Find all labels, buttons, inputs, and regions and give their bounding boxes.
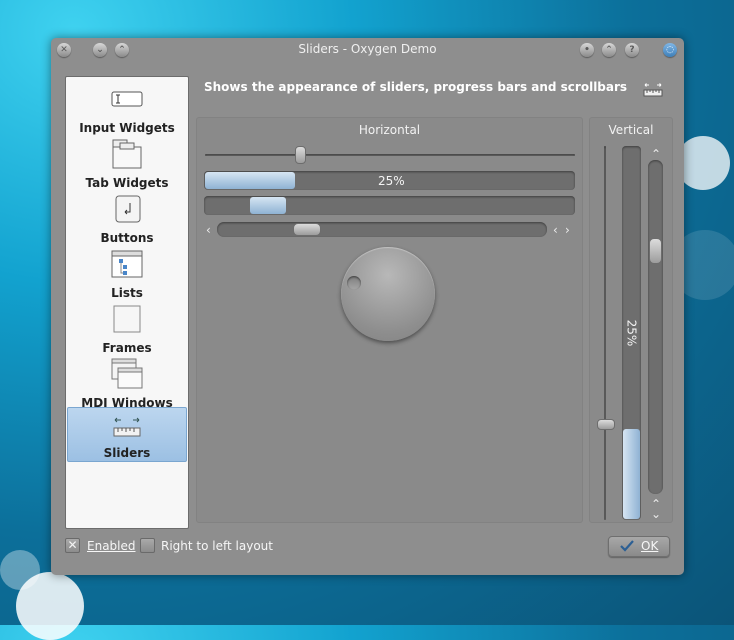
dial[interactable] [341,247,435,341]
sidebar-item-label: Buttons [100,231,154,245]
rtl-label[interactable]: Right to left layout [161,539,273,553]
background-bokeh [676,136,730,190]
sliders-header-icon [643,83,663,97]
vertical-title: Vertical [608,123,654,137]
scrollbar-handle[interactable] [293,223,321,236]
sidebar-item-mdi-windows[interactable]: MDI Windows [67,358,187,413]
scroll-left-icon[interactable]: ‹ [206,224,211,236]
vertical-slider-groove [604,146,606,520]
scroll-up-icon[interactable]: ⌃ [651,148,661,160]
demo-window: ✕ ⌄ ⌃ Sliders - Oxygen Demo • ⌃ ? ◌ Inpu… [51,38,684,575]
vertical-group: Vertical 25% ⌃ ⌃ ⌄ [589,117,673,523]
sidebar-item-label: Tab Widgets [85,176,169,190]
lists-icon [111,250,143,278]
title-bar[interactable]: ✕ ⌄ ⌃ Sliders - Oxygen Demo • ⌃ ? ◌ [51,38,684,62]
sidebar-item-frames[interactable]: Frames [67,303,187,358]
checkmark-icon [620,540,634,552]
maximize-icon[interactable]: ⌃ [602,43,616,57]
sidebar-item-buttons[interactable]: Buttons [67,193,187,248]
frames-icon [113,305,141,333]
sidebar-item-label: Frames [102,341,152,355]
sliders-icon [113,417,141,437]
scroll-right-icon[interactable]: › [565,224,570,236]
vertical-slider-handle[interactable] [597,419,615,430]
app-menu-icon[interactable]: ◌ [663,43,677,57]
horizontal-slider-groove [205,154,575,156]
sidebar-item-lists[interactable]: Lists [67,248,187,303]
input-widgets-icon [111,91,143,107]
enabled-checkbox[interactable]: ✕ [65,538,80,553]
busy-chunk [250,197,286,214]
help-icon[interactable]: ? [625,43,639,57]
sidebar-item-label: Sliders [103,446,151,460]
tab-widgets-icon [112,139,142,169]
sidebar-item-label: Lists [111,286,143,300]
scrollbar-groove [648,160,663,494]
progress-text: 25% [378,174,405,188]
page-description: Shows the appearance of sliders, progres… [204,80,628,94]
scroll-down-icon[interactable]: ⌄ [651,508,661,520]
mdi-windows-icon [111,358,143,389]
minimize-icon[interactable]: • [580,43,594,57]
sidebar-item-sliders[interactable]: Sliders [67,407,187,462]
progress-fill [623,429,640,519]
background-bokeh [0,550,40,590]
sidebar-item-tab-widgets[interactable]: Tab Widgets [67,138,187,193]
scrollbar-handle[interactable] [649,238,662,264]
sidebar-item-input-widgets[interactable]: Input Widgets [67,83,187,138]
enabled-label[interactable]: Enabled [87,539,136,553]
ok-button[interactable]: OK [608,536,670,557]
rtl-checkbox[interactable] [140,538,155,553]
horizontal-slider-handle[interactable] [295,146,306,164]
progress-fill [205,172,295,189]
sidebar-item-label: Input Widgets [79,121,175,135]
horizontal-title: Horizontal [358,123,421,137]
dial-notch [347,276,361,290]
buttons-icon [115,195,141,223]
ok-button-label: OK [641,539,659,553]
scrollbar-groove [217,222,547,237]
progress-text: 25% [624,319,639,347]
scroll-left-icon[interactable]: ‹ [553,224,558,236]
page-list: Input Widgets Tab Widgets Buttons Lists … [65,76,189,529]
